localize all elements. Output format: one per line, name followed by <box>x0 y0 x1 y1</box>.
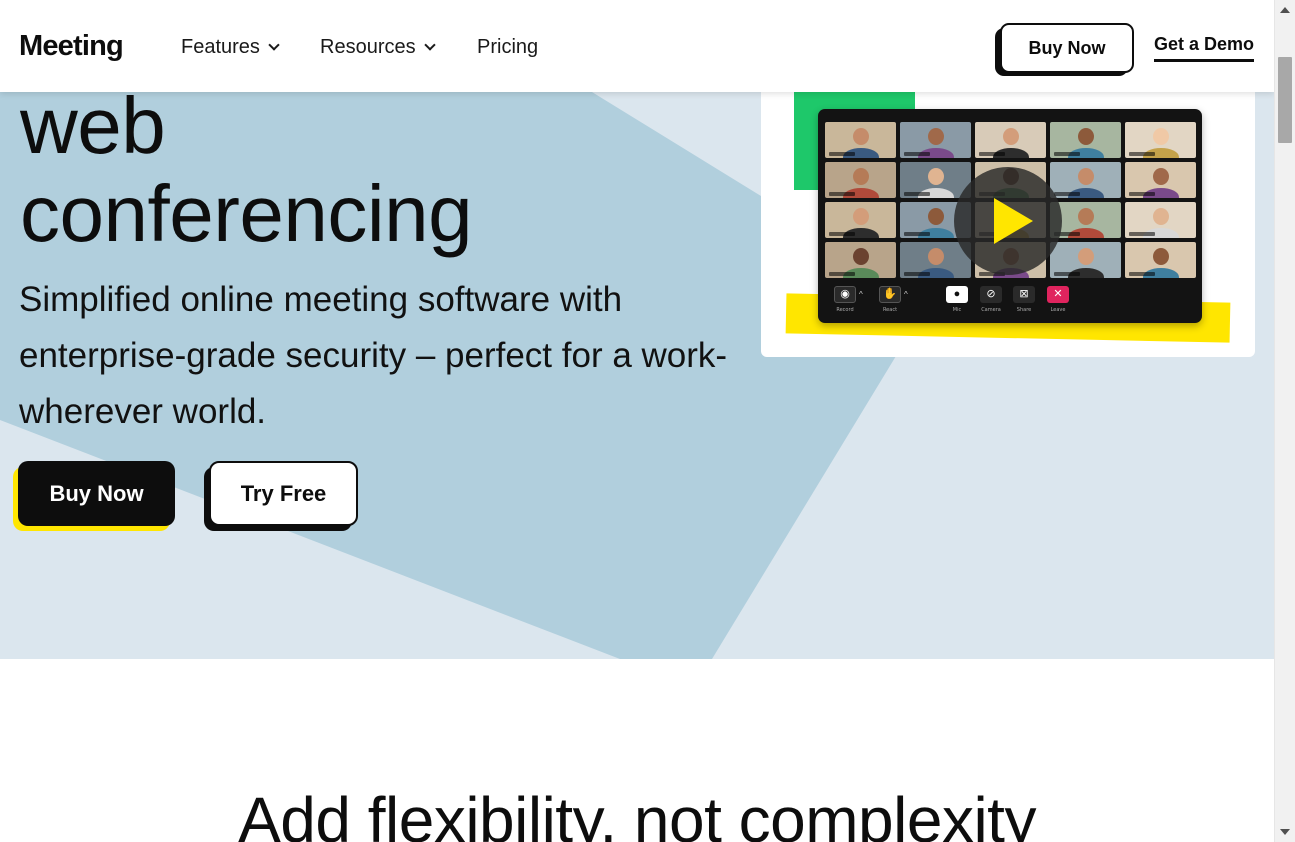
nav-resources-label[interactable]: Resources <box>320 36 416 59</box>
participant-avatar <box>1077 208 1094 225</box>
site-header: Meeting Features Resources Pricing Buy N… <box>0 0 1274 92</box>
participant-name-tag <box>1129 232 1155 236</box>
play-icon <box>994 198 1033 244</box>
camera-off-icon: ⊘ <box>980 286 1002 303</box>
hero-subhead: Simplified online meeting software with … <box>19 280 728 431</box>
participant-avatar <box>1152 248 1169 265</box>
participant-tile <box>825 202 896 238</box>
chevron-down-icon <box>268 39 280 51</box>
toolbar-camera-label: Camera <box>981 307 1001 313</box>
participant-tile <box>975 122 1046 158</box>
participant-avatar <box>927 128 944 145</box>
participant-tile <box>900 122 971 158</box>
header-buy-now-label[interactable]: Buy Now <box>1000 23 1134 73</box>
scroll-up-arrow-icon[interactable] <box>1280 7 1290 13</box>
participant-avatar <box>852 128 869 145</box>
hero-headline-line2: conferencing <box>20 169 473 258</box>
participant-tile <box>825 122 896 158</box>
section-title: Add flexibility, not complexity <box>238 784 1036 842</box>
hero-buy-now-button[interactable]: Buy Now <box>13 461 175 532</box>
participant-tile <box>1050 162 1121 198</box>
toolbar-leave: ✕ Leave <box>1047 286 1069 313</box>
participant-tile <box>1050 122 1121 158</box>
participant-name-tag <box>829 192 855 196</box>
participant-name-tag <box>829 272 855 276</box>
header-buy-now-button[interactable]: Buy Now <box>995 23 1134 77</box>
toolbar-leave-label: Leave <box>1050 307 1066 313</box>
participant-tile <box>825 162 896 198</box>
participant-avatar <box>852 168 869 185</box>
participant-tile <box>825 242 896 278</box>
nav-pricing[interactable]: Pricing <box>477 36 538 59</box>
participant-name-tag <box>904 232 930 236</box>
participant-name-tag <box>904 272 930 276</box>
toolbar-react: ✋ React <box>879 286 901 313</box>
eye-icon: ◉ <box>834 286 856 303</box>
play-video-button[interactable] <box>954 167 1062 275</box>
toolbar-camera: ⊘ Camera <box>980 286 1002 313</box>
participant-name-tag <box>904 152 930 156</box>
nav-resources[interactable]: Resources <box>320 36 436 59</box>
site-logo[interactable]: Meeting <box>19 30 124 63</box>
hero-section: web conferencing Simplified online meeti… <box>0 0 1274 659</box>
hero-try-free-button[interactable]: Try Free <box>204 461 358 532</box>
toolbar-record-label: Record <box>836 307 854 313</box>
toolbar-record: ◉ Record <box>834 286 856 313</box>
participant-name-tag <box>1129 272 1155 276</box>
nav-features[interactable]: Features <box>181 36 280 59</box>
participant-tile <box>1125 122 1196 158</box>
hero-try-free-label[interactable]: Try Free <box>209 461 358 526</box>
participant-name-tag <box>1054 152 1080 156</box>
scroll-down-arrow-icon[interactable] <box>1280 829 1290 835</box>
participant-avatar <box>927 248 944 265</box>
participant-name-tag <box>1129 192 1155 196</box>
toolbar-react-label: React <box>882 307 898 313</box>
hero-headline: web conferencing <box>20 81 473 258</box>
toolbar-share-label: Share <box>1016 307 1032 313</box>
participant-avatar <box>927 208 944 225</box>
participant-name-tag <box>829 232 855 236</box>
page-scrollbar[interactable] <box>1274 0 1295 842</box>
participant-name-tag <box>829 152 855 156</box>
participant-name-tag <box>1129 152 1155 156</box>
participant-avatar <box>927 168 944 185</box>
participant-tile <box>1125 202 1196 238</box>
mic-icon: ● <box>946 286 968 303</box>
participant-avatar <box>852 208 869 225</box>
chevron-down-icon <box>423 39 436 51</box>
participant-tile <box>1125 162 1196 198</box>
participant-name-tag <box>904 192 930 196</box>
scrollbar-thumb[interactable] <box>1278 57 1292 143</box>
participant-avatar <box>1077 128 1094 145</box>
participant-tile <box>1050 242 1121 278</box>
participant-name-tag <box>979 152 1005 156</box>
participant-avatar <box>1152 168 1169 185</box>
participant-avatar <box>852 248 869 265</box>
meeting-screen-preview: ◉ Record ^ ✋ React ^ ● Mic ⊘ Camera ⊠ Sh… <box>818 109 1202 323</box>
share-off-icon: ⊠ <box>1013 286 1035 303</box>
close-icon: ✕ <box>1047 286 1069 303</box>
toolbar-share: ⊠ Share <box>1013 286 1035 313</box>
participant-tile <box>900 162 971 198</box>
participant-name-tag <box>1054 192 1080 196</box>
nav-pricing-label[interactable]: Pricing <box>477 36 538 59</box>
participant-avatar <box>1077 168 1094 185</box>
participant-avatar <box>1002 128 1019 145</box>
hero-buy-now-label[interactable]: Buy Now <box>18 461 175 526</box>
nav-features-label[interactable]: Features <box>181 36 260 59</box>
participant-name-tag <box>1054 272 1080 276</box>
get-a-demo-link[interactable]: Get a Demo <box>1154 34 1255 62</box>
participant-avatar <box>1152 128 1169 145</box>
chevron-up-icon: ^ <box>904 290 908 299</box>
chevron-up-icon: ^ <box>859 290 863 299</box>
participant-tile <box>1125 242 1196 278</box>
toolbar-mic-label: Mic <box>952 307 962 313</box>
meeting-toolbar: ◉ Record ^ ✋ React ^ ● Mic ⊘ Camera ⊠ Sh… <box>828 286 1192 318</box>
toolbar-mic: ● Mic <box>946 286 968 313</box>
video-preview-card[interactable]: ◉ Record ^ ✋ React ^ ● Mic ⊘ Camera ⊠ Sh… <box>761 60 1255 357</box>
hand-icon: ✋ <box>879 286 901 303</box>
hero-headline-line1: web <box>20 81 166 170</box>
participant-avatar <box>1077 248 1094 265</box>
participant-avatar <box>1152 208 1169 225</box>
